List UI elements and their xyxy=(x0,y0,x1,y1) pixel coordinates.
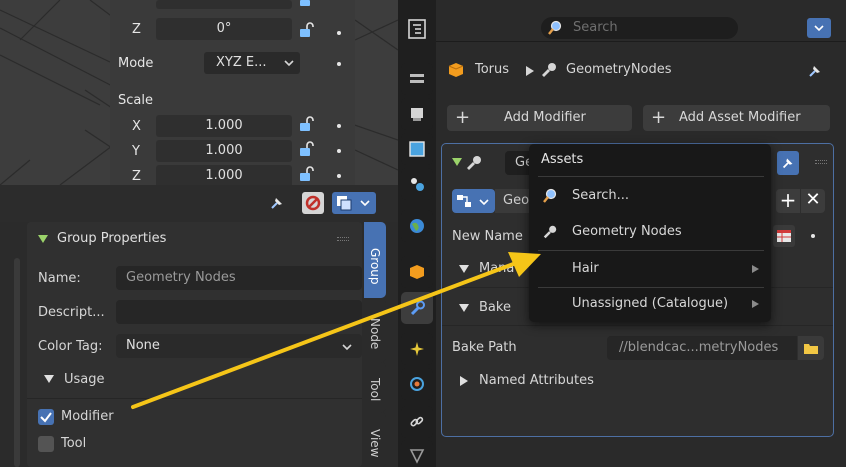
annotation-arrow xyxy=(131,252,541,409)
